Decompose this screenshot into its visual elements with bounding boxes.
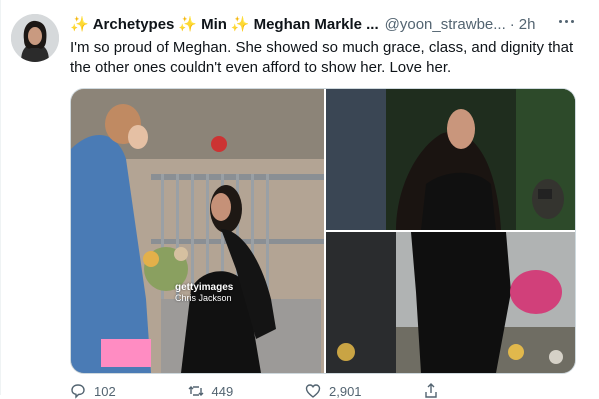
getty-watermark: gettyimages Chris Jackson (175, 282, 234, 304)
user-handle[interactable]: @yoon_strawbe... (385, 16, 506, 33)
timestamp[interactable]: 2h (519, 16, 536, 33)
display-name-part: Meghan Markle ... (253, 15, 379, 33)
photo-portrait[interactable] (326, 89, 575, 230)
sparkles-icon: ✨ (178, 16, 198, 33)
like-count: 2,901 (329, 383, 362, 399)
photo-crowd-kneeling[interactable]: gettyimages Chris Jackson (71, 89, 324, 373)
retweet-button[interactable]: 449 (188, 383, 306, 399)
display-name-part: Archetypes (92, 15, 175, 33)
retweet-icon (188, 386, 203, 396)
share-button[interactable] (423, 383, 541, 398)
avatar[interactable] (11, 14, 59, 62)
watermark-brand: gettyimages (175, 282, 234, 293)
left-border (0, 0, 1, 395)
display-name-part: Min (201, 15, 227, 33)
heart-icon (305, 384, 321, 398)
reply-count: 102 (94, 383, 116, 399)
more-dots-icon[interactable] (555, 10, 577, 32)
reply-button[interactable]: 102 (70, 383, 188, 399)
retweet-count: 449 (211, 383, 234, 399)
watermark-credit: Chris Jackson (175, 293, 232, 303)
reply-icon (71, 384, 85, 399)
media-grid: gettyimages Chris Jackson (70, 88, 576, 374)
separator-dot: · (509, 15, 515, 33)
tweet-actions: 102 449 2,901 (70, 383, 541, 399)
tweet-text: I'm so proud of Meghan. She showed so mu… (70, 39, 574, 76)
share-icon (424, 383, 437, 398)
photo-standing[interactable] (326, 232, 575, 373)
sparkles-icon: ✨ (230, 16, 250, 33)
display-name[interactable]: ✨ Archetypes ✨ Min ✨ Meghan Markle ... (70, 15, 379, 34)
sparkles-icon: ✨ (70, 16, 89, 33)
like-button[interactable]: 2,901 (305, 383, 423, 399)
tweet-header: ✨ Archetypes ✨ Min ✨ Meghan Markle ... @… (70, 13, 590, 35)
